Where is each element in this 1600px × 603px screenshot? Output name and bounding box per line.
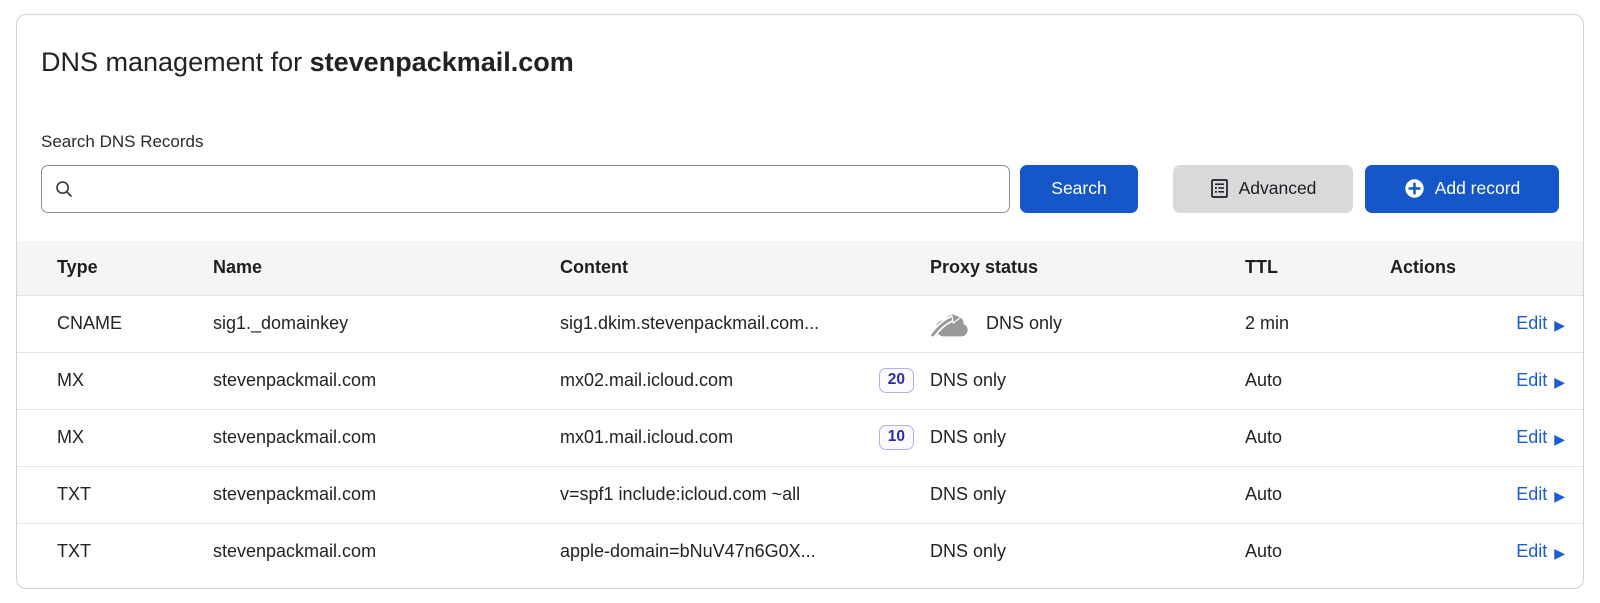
record-ttl: Auto <box>1245 466 1390 523</box>
record-content: mx01.mail.icloud.com <box>560 427 733 448</box>
page-title: DNS management for stevenpackmail.com <box>17 15 1583 80</box>
proxy-status-label: DNS only <box>930 541 1006 562</box>
search-icon <box>54 179 74 199</box>
advanced-button-label: Advanced <box>1239 178 1317 199</box>
proxy-status-label: DNS only <box>930 484 1006 505</box>
record-name: stevenpackmail.com <box>213 523 560 580</box>
column-header-content: Content <box>560 241 930 296</box>
search-toolbar: Search Advanced Add <box>41 165 1559 213</box>
column-header-type: Type <box>17 241 213 296</box>
record-type: TXT <box>17 523 213 580</box>
proxy-status-label: DNS only <box>930 427 1006 448</box>
add-record-button[interactable]: Add record <box>1365 165 1559 213</box>
record-type: MX <box>17 409 213 466</box>
table-row: TXT stevenpackmail.com v=spf1 include:ic… <box>17 466 1583 523</box>
proxy-status-label: DNS only <box>986 313 1062 334</box>
record-name: stevenpackmail.com <box>213 466 560 523</box>
record-content: mx02.mail.icloud.com <box>560 370 733 391</box>
search-section: Search DNS Records Search <box>17 132 1583 213</box>
caret-right-icon: ▶ <box>1554 375 1565 389</box>
table-row: MX stevenpackmail.com mx01.mail.icloud.c… <box>17 409 1583 466</box>
edit-link-label: Edit <box>1516 484 1547 505</box>
record-content: apple-domain=bNuV47n6G0X... <box>560 541 816 562</box>
column-header-name: Name <box>213 241 560 296</box>
record-type: TXT <box>17 466 213 523</box>
record-ttl: Auto <box>1245 523 1390 580</box>
edit-link[interactable]: Edit ▶ <box>1516 427 1565 448</box>
column-header-actions: Actions <box>1390 241 1583 296</box>
search-label: Search DNS Records <box>41 132 1559 152</box>
record-type: CNAME <box>17 295 213 352</box>
dns-records-table: Type Name Content Proxy status TTL Actio… <box>17 241 1583 580</box>
priority-badge: 10 <box>879 425 914 450</box>
table-header-row: Type Name Content Proxy status TTL Actio… <box>17 241 1583 296</box>
caret-right-icon: ▶ <box>1554 318 1565 332</box>
list-document-icon <box>1210 178 1229 199</box>
search-button[interactable]: Search <box>1020 165 1138 213</box>
search-button-label: Search <box>1051 178 1106 199</box>
page-title-prefix: DNS management for <box>41 47 302 77</box>
edit-link-label: Edit <box>1516 370 1547 391</box>
caret-right-icon: ▶ <box>1554 546 1565 560</box>
caret-right-icon: ▶ <box>1554 489 1565 503</box>
record-name: sig1._domainkey <box>213 295 560 352</box>
edit-link-label: Edit <box>1516 541 1547 562</box>
record-ttl: Auto <box>1245 352 1390 409</box>
table-row: MX stevenpackmail.com mx02.mail.icloud.c… <box>17 352 1583 409</box>
column-header-proxy-status: Proxy status <box>930 241 1245 296</box>
search-input-container[interactable] <box>41 165 1010 213</box>
record-content: sig1.dkim.stevenpackmail.com... <box>560 313 819 334</box>
record-name: stevenpackmail.com <box>213 352 560 409</box>
edit-link-label: Edit <box>1516 313 1547 334</box>
table-row: CNAME sig1._domainkey sig1.dkim.stevenpa… <box>17 295 1583 352</box>
record-name: stevenpackmail.com <box>213 409 560 466</box>
advanced-button[interactable]: Advanced <box>1173 165 1353 213</box>
edit-link-label: Edit <box>1516 427 1547 448</box>
priority-badge: 20 <box>879 368 914 393</box>
domain-name: stevenpackmail.com <box>310 47 574 77</box>
edit-link[interactable]: Edit ▶ <box>1516 484 1565 505</box>
record-ttl: Auto <box>1245 409 1390 466</box>
record-ttl: 2 min <box>1245 295 1390 352</box>
edit-link[interactable]: Edit ▶ <box>1516 541 1565 562</box>
edit-link[interactable]: Edit ▶ <box>1516 313 1565 334</box>
search-input[interactable] <box>82 178 997 200</box>
table-row: TXT stevenpackmail.com apple-domain=bNuV… <box>17 523 1583 580</box>
proxy-status-label: DNS only <box>930 370 1006 391</box>
column-header-ttl: TTL <box>1245 241 1390 296</box>
edit-link[interactable]: Edit ▶ <box>1516 370 1565 391</box>
dns-management-card: DNS management for stevenpackmail.com Se… <box>16 14 1584 589</box>
plus-circle-icon <box>1404 178 1425 199</box>
gray-cloud-arrow-icon <box>930 310 972 338</box>
add-record-button-label: Add record <box>1435 178 1521 199</box>
record-content: v=spf1 include:icloud.com ~all <box>560 484 800 505</box>
record-type: MX <box>17 352 213 409</box>
caret-right-icon: ▶ <box>1554 432 1565 446</box>
